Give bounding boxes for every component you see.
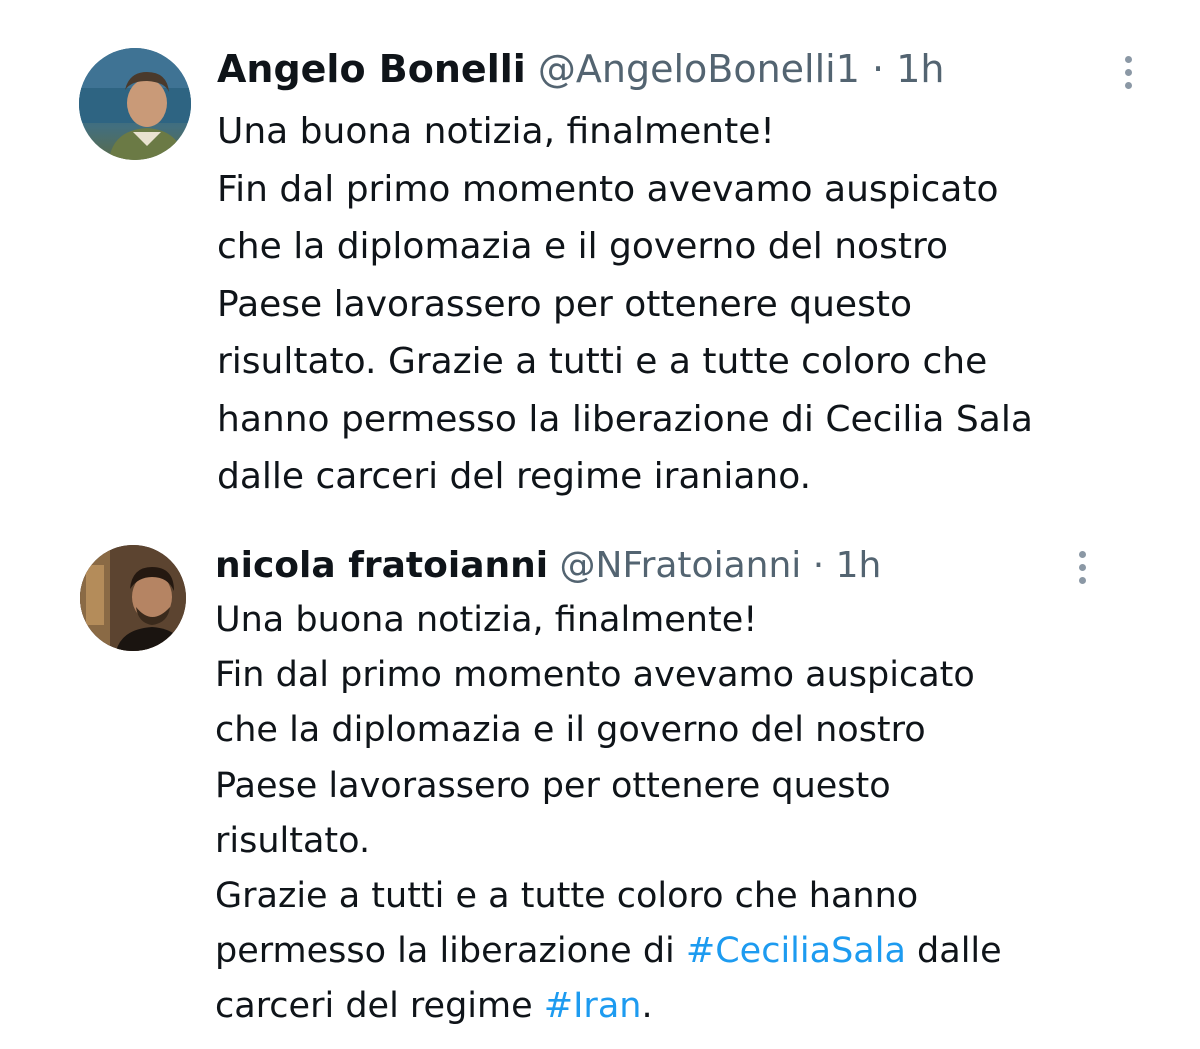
text-line: che la diplomazia e il governo del nostr… bbox=[215, 710, 926, 751]
tweet-text: Una buona notizia, finalmente! Fin dal p… bbox=[217, 103, 1033, 506]
text-line: dalle carceri del regime iraniano. bbox=[217, 456, 812, 497]
separator: · bbox=[812, 545, 825, 586]
text-line: Fin dal primo momento avevamo auspicato bbox=[215, 655, 975, 696]
more-options-button[interactable] bbox=[1121, 56, 1135, 89]
separator: · bbox=[872, 47, 885, 91]
hashtag-link-iran[interactable]: #Iran bbox=[544, 986, 642, 1026]
display-name[interactable]: Angelo Bonelli bbox=[217, 47, 526, 91]
text-line: Una buona notizia, finalmente! bbox=[217, 111, 775, 152]
handle[interactable]: @AngeloBonelli1 bbox=[538, 47, 860, 91]
text-line: risultato. bbox=[215, 820, 371, 861]
vertical-ellipsis-icon bbox=[1124, 56, 1132, 63]
more-options-button[interactable] bbox=[1075, 551, 1089, 584]
text-fragment: . bbox=[641, 986, 653, 1027]
text-line: hanno permesso la liberazione di Cecilia… bbox=[217, 398, 1033, 440]
display-name[interactable]: nicola fratoianni bbox=[215, 545, 548, 586]
tweet-text: Una buona notizia, finalmente! Fin dal p… bbox=[215, 593, 1002, 1035]
avatar[interactable] bbox=[79, 48, 191, 160]
tweet-header: Angelo Bonelli @AngeloBonelli1 · 1h bbox=[217, 50, 944, 88]
text-line: Paese lavorassero per ottenere questo bbox=[217, 283, 912, 325]
text-line: risultato. Grazie a tutti e a tutte colo… bbox=[217, 341, 988, 382]
text-line: permesso la liberazione di #CeciliaSala … bbox=[215, 924, 1002, 979]
text-line: Paese lavorassero per ottenere questo bbox=[215, 765, 891, 806]
tweet-header: nicola fratoianni @NFratoianni · 1h bbox=[215, 548, 881, 584]
handle[interactable]: @NFratoianni bbox=[560, 545, 802, 586]
text-fragment: dalle bbox=[905, 931, 1002, 972]
text-line: Grazie a tutti e a tutte coloro che hann… bbox=[215, 876, 919, 917]
timestamp[interactable]: 1h bbox=[836, 545, 882, 586]
hashtag-link-ceciliasala[interactable]: #CeciliaSala bbox=[686, 931, 906, 971]
text-line: Fin dal primo momento avevamo auspicato bbox=[217, 168, 999, 210]
tweet[interactable]: Angelo Bonelli @AngeloBonelli1 · 1h Una … bbox=[0, 0, 1200, 520]
text-fragment: carceri del regime bbox=[215, 986, 544, 1027]
text-line: carceri del regime #Iran. bbox=[215, 979, 1002, 1034]
timestamp[interactable]: 1h bbox=[896, 47, 944, 91]
text-line: che la diplomazia e il governo del nostr… bbox=[217, 226, 948, 267]
text-fragment: permesso la liberazione di bbox=[215, 931, 686, 972]
avatar[interactable] bbox=[80, 545, 186, 651]
avatar-photo-icon bbox=[79, 48, 191, 160]
text-line: Una buona notizia, finalmente! bbox=[215, 600, 758, 640]
avatar-photo-icon bbox=[80, 545, 186, 651]
vertical-ellipsis-icon bbox=[1078, 551, 1086, 558]
tweet[interactable]: nicola fratoianni @NFratoianni · 1h Una … bbox=[0, 520, 1200, 1049]
